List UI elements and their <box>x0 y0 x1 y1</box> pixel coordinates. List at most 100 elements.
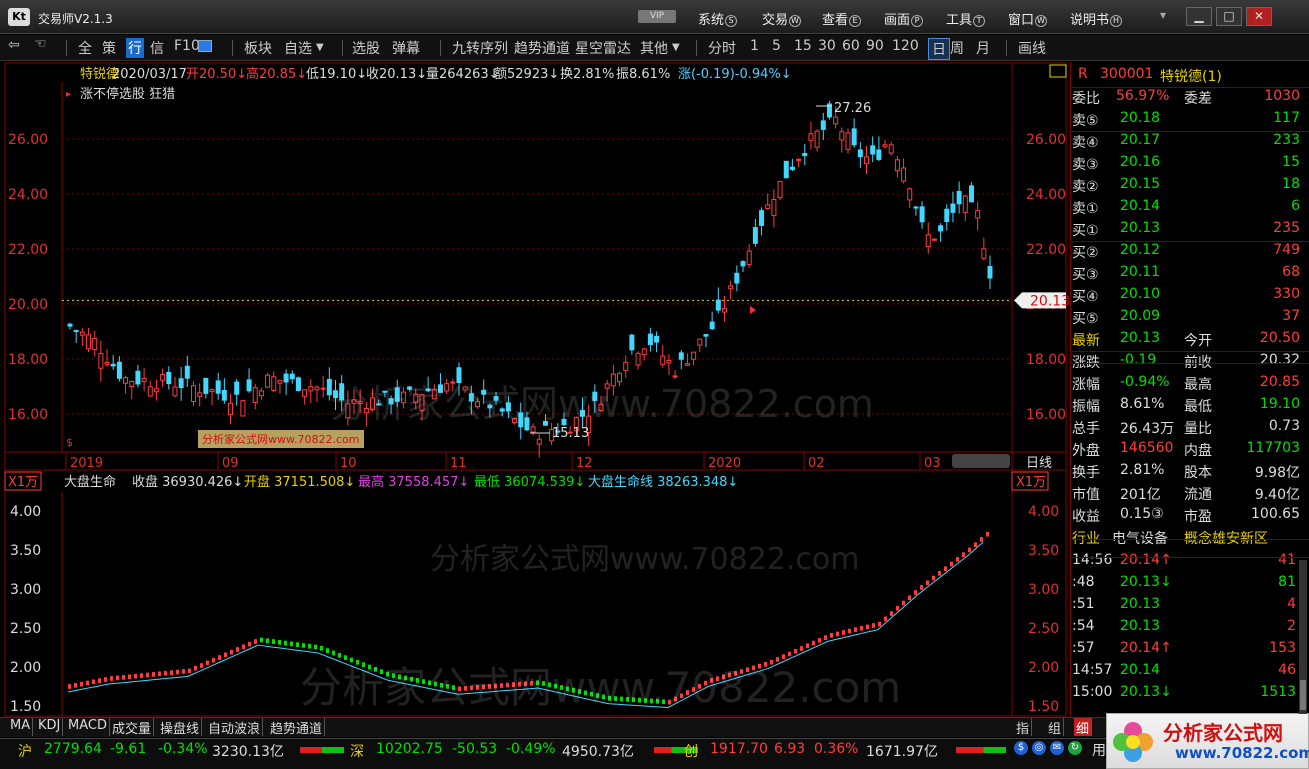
toolbar-xingkong[interactable]: 星空雷达 <box>575 38 631 58</box>
tick-time: 14:56 <box>1072 552 1113 568</box>
toolbar-p120[interactable]: 120 <box>892 38 919 54</box>
menu-0[interactable]: 系统 S <box>698 9 738 28</box>
minimize-button[interactable]: ▁ <box>1186 7 1212 26</box>
chart-area[interactable]: 26.0026.0024.0024.0022.0022.0020.0020.00… <box>0 62 1070 717</box>
close-button[interactable]: ✕ <box>1246 7 1272 26</box>
indicator-tab-ma[interactable]: MA <box>8 718 34 736</box>
toolbar-danmu[interactable]: 弹幕 <box>392 38 420 58</box>
indicator-tab-操盘线[interactable]: 操盘线 <box>158 718 203 737</box>
toolbar-ce[interactable]: 策 <box>102 38 116 58</box>
toolbar-qushi[interactable]: 趋势通道 <box>514 38 570 58</box>
candle-body <box>715 299 721 311</box>
sh-index: 2779.64 <box>44 741 102 757</box>
dollar-icon[interactable]: $ <box>1014 741 1028 755</box>
menu-label: 交易 <box>762 13 789 28</box>
menu-4[interactable]: 工具 T <box>946 9 986 28</box>
dropdown-icon[interactable]: ▼ <box>316 42 324 53</box>
toolbar-jiuzhuan[interactable]: 九转序列 <box>452 38 508 58</box>
dropdown-icon[interactable]: ▼ <box>672 42 680 53</box>
price-axis-label: 18.00 <box>8 352 48 368</box>
header-date: 2020/03/17 <box>112 67 187 82</box>
panel-tab-1[interactable]: 组 <box>1046 718 1065 737</box>
indicator-tab-成交量[interactable]: 成交量 <box>110 718 155 737</box>
index-bar <box>182 669 185 674</box>
help-icon[interactable]: ▾ <box>1160 8 1166 22</box>
concept-value[interactable]: 概念雄安新区 <box>1184 528 1268 548</box>
toolbar-fenshi[interactable]: 分时 <box>708 38 736 58</box>
toolbar-huaxian[interactable]: 画线 <box>1018 38 1046 58</box>
toolbar-p5[interactable]: 5 <box>772 38 781 54</box>
panel-tab-2[interactable]: 细 <box>1074 718 1093 737</box>
windows-icon[interactable] <box>198 40 212 52</box>
header-strategy: 涨不停选股 狂猎 <box>80 86 175 102</box>
header-turn: 换2.81% <box>560 67 614 82</box>
toolbar-hang[interactable]: 行 <box>126 38 144 58</box>
menu-3[interactable]: 画面 P <box>884 9 924 28</box>
bid-label: 买④ <box>1072 289 1099 305</box>
index-bar <box>164 670 167 676</box>
candle-body <box>728 285 734 290</box>
date-scroll-thumb[interactable] <box>952 454 1010 468</box>
toolbar-month[interactable]: 月 <box>976 38 990 58</box>
toolbar-f10[interactable]: F10 <box>174 38 200 54</box>
stat-label: 最低 <box>1184 399 1212 415</box>
candle-body <box>129 380 135 387</box>
date-axis-label: 2020 <box>708 456 741 471</box>
cy-pct: 0.36% <box>814 741 859 757</box>
stat-row: 涨幅 -0.94% 最高 20.85 <box>1072 372 1302 394</box>
toolbar-zixuan[interactable]: 自选 <box>284 38 312 58</box>
index-bar <box>230 649 233 655</box>
candle-body <box>289 373 295 380</box>
candle-body <box>530 426 536 433</box>
chat-icon[interactable]: ✉ <box>1050 741 1064 755</box>
toolbar-bankuai[interactable]: 板块 <box>244 38 272 58</box>
menu-6[interactable]: 说明书 H <box>1070 9 1123 28</box>
index-bar <box>848 628 851 634</box>
panel-toggle-icon[interactable] <box>1049 64 1067 78</box>
index-bar <box>908 595 911 601</box>
back-icon[interactable]: ⇦ <box>8 37 20 53</box>
stat-label: 量比 <box>1184 421 1212 437</box>
tick-time: 15:00 <box>1072 684 1113 700</box>
hand-icon[interactable]: ☜ <box>34 36 47 52</box>
ask-volume: 233 <box>1273 132 1300 148</box>
toolbar-p60[interactable]: 60 <box>842 38 860 54</box>
indicator-tab-kdj[interactable]: KDJ <box>36 718 64 736</box>
indicator-tab-趋势通道[interactable]: 趋势通道 <box>268 718 326 737</box>
watermark-text: 分析家公式网www.70822.com <box>330 382 874 426</box>
vip-badge[interactable]: VIP <box>638 10 676 23</box>
menu-5[interactable]: 窗口 W <box>1008 9 1048 28</box>
toolbar-p1[interactable]: 1 <box>750 38 759 54</box>
menu-2[interactable]: 查看 E <box>822 9 862 28</box>
stat-value: 146560 <box>1120 440 1174 456</box>
candle-body <box>203 377 209 394</box>
scrollbar-thumb[interactable] <box>1300 680 1306 710</box>
candle-body <box>86 334 92 350</box>
toolbar-qita[interactable]: 其他 <box>640 38 668 58</box>
refresh-icon[interactable]: ↻ <box>1068 741 1082 755</box>
kline-chart[interactable]: 26.0026.0024.0024.0022.0022.0020.0020.00… <box>0 62 1070 717</box>
industry-value[interactable]: 电气设备 <box>1112 528 1168 548</box>
indicator-tab-自动波浪[interactable]: 自动波浪 <box>206 718 264 737</box>
toolbar-p90[interactable]: 90 <box>866 38 884 54</box>
toolbar-p30[interactable]: 30 <box>818 38 836 54</box>
toolbar-quan[interactable]: 全 <box>78 38 92 58</box>
menu-1[interactable]: 交易 W <box>762 9 802 28</box>
index-bar <box>854 627 857 633</box>
toolbar-p15[interactable]: 15 <box>794 38 812 54</box>
ind-axis-label-right: 2.00 <box>1028 660 1059 676</box>
ind-axis-label: 3.50 <box>10 543 41 559</box>
toolbar-day[interactable]: 日 <box>928 38 950 60</box>
toolbar-xuangu[interactable]: 选股 <box>352 38 380 58</box>
toolbar-week[interactable]: 周 <box>950 38 964 58</box>
index-bar <box>962 552 965 558</box>
candle-body <box>950 203 956 213</box>
maximize-button[interactable]: □ <box>1216 7 1242 26</box>
panel-tab-0[interactable]: 指 <box>1014 718 1033 737</box>
tick-volume: 2 <box>1287 618 1296 634</box>
index-bar <box>272 639 275 644</box>
indicator-tab-macd[interactable]: MACD <box>66 718 110 736</box>
candle-body <box>771 198 777 217</box>
toolbar-xin[interactable]: 信 <box>150 38 164 58</box>
globe-icon[interactable]: ◎ <box>1032 741 1046 755</box>
